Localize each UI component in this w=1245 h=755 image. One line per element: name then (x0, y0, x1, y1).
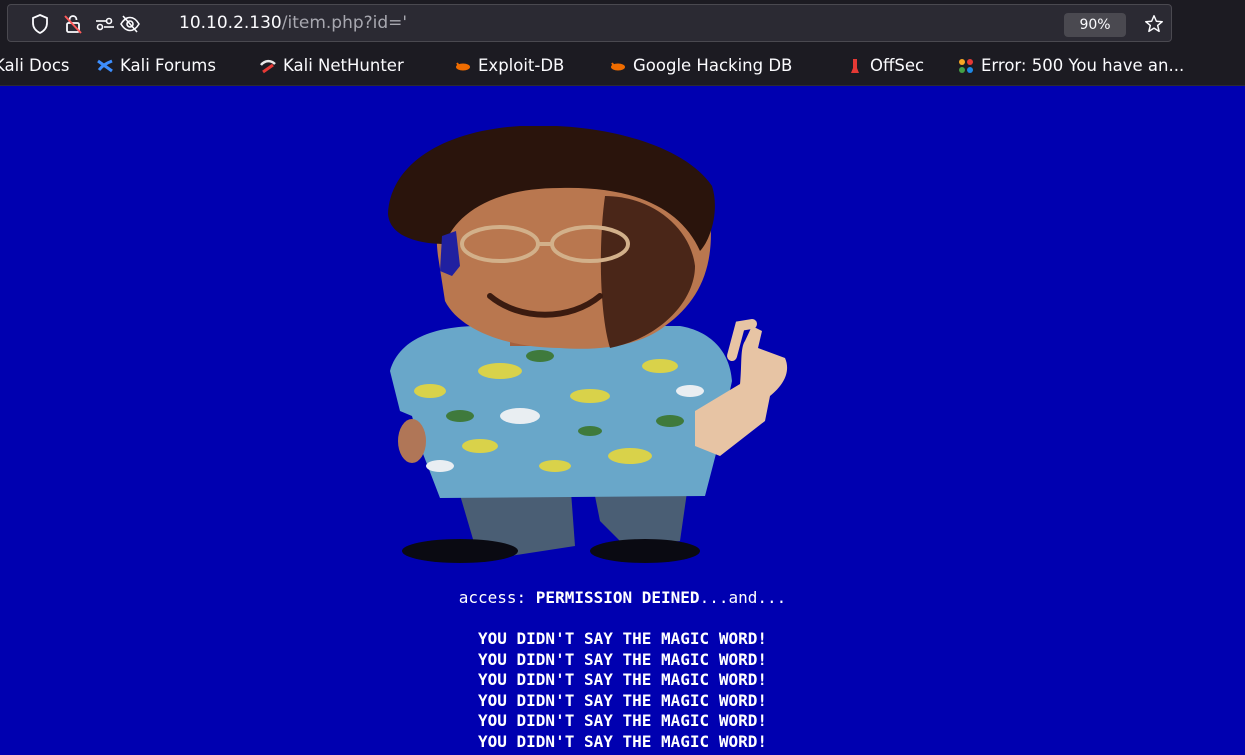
bookmark-label: Kali Forums (120, 56, 216, 75)
zoom-level-button[interactable]: 90% (1064, 13, 1126, 37)
url-path: /item.php?id=' (281, 13, 408, 33)
magic-word-line: YOU DIDN'T SAY THE MAGIC WORD! (478, 649, 767, 669)
magic-word-message-block: YOU DIDN'T SAY THE MAGIC WORD! YOU DIDN'… (0, 629, 1245, 752)
bookmark-google-hacking-db[interactable]: Google Hacking DB (609, 56, 792, 75)
exploit-db-icon (454, 57, 472, 75)
navigation-toolbar: 10.10.2.130/item.php?id=' 90% (0, 0, 1245, 46)
bookmark-kali-forums[interactable]: Kali Forums (96, 56, 216, 75)
kali-nethunter-icon (259, 57, 277, 75)
bookmark-kali-docs[interactable]: Kali Docs (0, 56, 70, 75)
access-status: PERMISSION DEINED (535, 588, 700, 607)
bookmark-label: Error: 500 You have an... (981, 56, 1185, 75)
tracking-off-icon[interactable] (118, 12, 142, 36)
bookmark-star-icon[interactable] (1143, 13, 1167, 37)
access-status-line: access: PERMISSION DEINED...and... (0, 588, 1245, 607)
magic-word-line: YOU DIDN'T SAY THE MAGIC WORD! (478, 711, 767, 730)
bookmark-label: Google Hacking DB (633, 56, 793, 75)
magic-word-line: YOU DIDN'T SAY THE MAGIC WORD! (478, 731, 767, 751)
url-host: 10.10.2.130 (179, 13, 282, 33)
shield-icon[interactable] (28, 12, 52, 36)
joomla-icon (957, 57, 975, 75)
ghdb-icon (609, 57, 627, 75)
bookmark-kali-nethunter[interactable]: Kali NetHunter (259, 56, 404, 75)
access-suffix: ...and... (699, 588, 787, 607)
bookmark-exploit-db[interactable]: Exploit-DB (454, 56, 564, 75)
insecure-lock-icon[interactable] (61, 12, 85, 36)
bookmark-error-500[interactable]: Error: 500 You have an... (957, 56, 1184, 75)
bookmark-label: Kali Docs (0, 56, 70, 75)
url-bar[interactable]: 10.10.2.130/item.php?id=' 90% (7, 4, 1172, 42)
kali-forums-icon (96, 57, 114, 75)
page-content: access: PERMISSION DEINED...and... YOU D… (0, 86, 1245, 755)
bookmark-label: Kali NetHunter (283, 56, 404, 75)
magic-word-line: YOU DIDN'T SAY THE MAGIC WORD! (478, 690, 767, 710)
access-prefix: access: (458, 588, 536, 607)
bookmark-offsec[interactable]: OffSec (846, 56, 924, 75)
bookmark-label: OffSec (870, 56, 925, 75)
magic-word-line: YOU DIDN'T SAY THE MAGIC WORD! (478, 629, 767, 648)
magic-word-line: YOU DIDN'T SAY THE MAGIC WORD! (478, 670, 767, 689)
permissions-icon[interactable] (93, 12, 117, 36)
magic-word-character-image (360, 126, 800, 566)
offsec-icon (846, 57, 864, 75)
url-text[interactable]: 10.10.2.130/item.php?id=' (179, 13, 407, 33)
bookmark-label: Exploit-DB (478, 56, 565, 75)
bookmarks-toolbar: Kali Docs Kali Forums Kali NetHunter Exp… (0, 46, 1245, 86)
